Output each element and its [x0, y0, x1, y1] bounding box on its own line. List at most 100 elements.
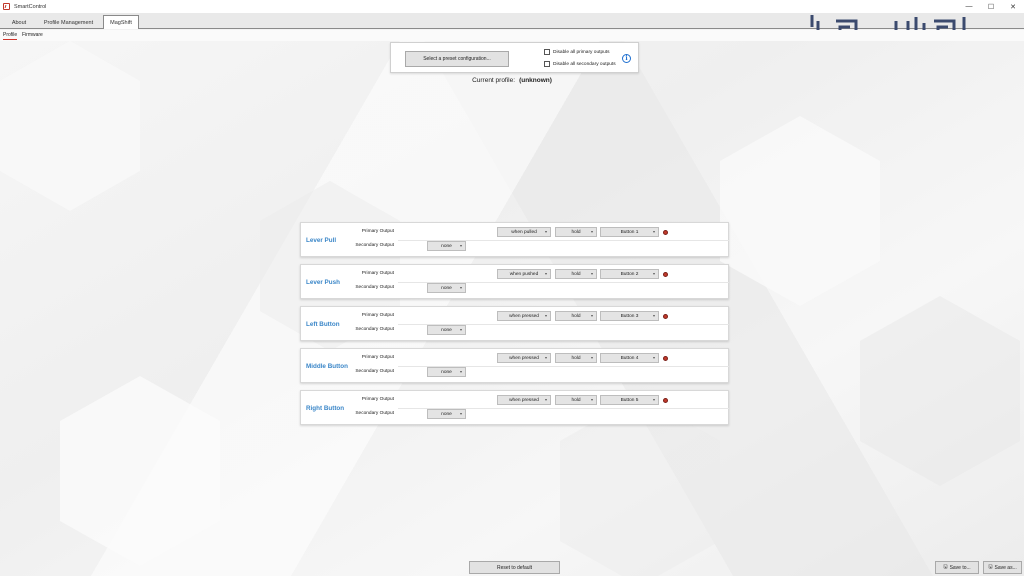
maximize-button[interactable]: ☐ — [980, 0, 1002, 13]
mode-dropdown[interactable]: hold ▾ — [555, 227, 597, 237]
chevron-down-icon: ▾ — [590, 313, 593, 318]
tab-magshift[interactable]: MagShift — [103, 15, 139, 29]
mapping-title: Left Button — [306, 321, 340, 328]
secondary-output-dropdown[interactable]: none ▾ — [427, 241, 466, 251]
main-tab-strip: About Profile Management MagShift — [0, 13, 1024, 39]
mapping-title: Right Button — [306, 405, 345, 412]
chevron-down-icon: ▾ — [652, 229, 655, 234]
chevron-down-icon: ▾ — [544, 271, 547, 276]
secondary-output-dropdown[interactable]: none ▾ — [427, 409, 466, 419]
condition-value: when pressed — [509, 355, 539, 361]
secondary-output-label: Secondary Output — [355, 243, 394, 248]
mode-value: hold — [571, 229, 581, 235]
disable-secondary-label: Disable all secondary outputs — [553, 61, 616, 67]
save-icon: 🖫 — [943, 563, 948, 570]
mode-dropdown[interactable]: hold ▾ — [555, 269, 597, 279]
mapping-panel: Right Button Primary Output Secondary Outp… — [300, 390, 729, 425]
disable-primary-label: Disable all primary outputs — [553, 49, 610, 55]
primary-output-label: Primary Output — [361, 229, 394, 234]
chevron-down-icon: ▾ — [544, 355, 547, 360]
condition-value: when pressed — [509, 313, 539, 319]
condition-dropdown[interactable]: when pulled ▾ — [497, 227, 551, 237]
disable-primary-checkbox[interactable] — [544, 49, 550, 55]
button-value: Button 2 — [620, 271, 639, 277]
chevron-down-icon: ▾ — [652, 271, 655, 276]
status-led-icon — [663, 314, 668, 319]
disable-secondary-checkbox[interactable] — [544, 61, 550, 67]
subtab-profile[interactable]: Profile — [3, 32, 18, 40]
secondary-output-label: Secondary Output — [355, 369, 394, 374]
secondary-output-dropdown[interactable]: none ▾ — [427, 283, 466, 293]
mode-dropdown[interactable]: hold ▾ — [555, 353, 597, 363]
button-dropdown[interactable]: Button 2 ▾ — [600, 269, 659, 279]
chevron-down-icon: ▾ — [459, 243, 462, 248]
chevron-down-icon: ▾ — [590, 355, 593, 360]
mode-dropdown[interactable]: hold ▾ — [555, 311, 597, 321]
condition-dropdown[interactable]: when pressed ▾ — [497, 353, 551, 363]
condition-value: when pushed — [509, 271, 539, 277]
sub-tab-strip: Profile Firmware — [0, 30, 1024, 41]
button-dropdown[interactable]: Button 5 ▾ — [600, 395, 659, 405]
disable-primary-row[interactable]: Disable all primary outputs — [544, 49, 610, 55]
current-profile-value: (unknown) — [519, 77, 552, 84]
chevron-down-icon: ▾ — [544, 229, 547, 234]
minimize-button[interactable]: — — [958, 0, 980, 13]
secondary-value: none — [441, 243, 452, 249]
info-icon[interactable]: i — [622, 54, 631, 63]
mapping-title: Lever Push — [306, 279, 340, 286]
chevron-down-icon: ▾ — [544, 397, 547, 402]
button-dropdown[interactable]: Button 1 ▾ — [600, 227, 659, 237]
button-value: Button 1 — [620, 229, 639, 235]
secondary-output-dropdown[interactable]: none ▾ — [427, 325, 466, 335]
secondary-output-label: Secondary Output — [355, 411, 394, 416]
save-to-label: Save to... — [949, 564, 971, 571]
secondary-output-label: Secondary Output — [355, 285, 394, 290]
button-value: Button 4 — [620, 355, 639, 361]
button-value: Button 5 — [620, 397, 639, 403]
chevron-down-icon: ▾ — [652, 397, 655, 402]
tab-profile-management[interactable]: Profile Management — [38, 16, 99, 29]
mode-dropdown[interactable]: hold ▾ — [555, 395, 597, 405]
save-as-button[interactable]: 🖫 Save as... — [983, 561, 1022, 574]
chevron-down-icon: ▾ — [459, 327, 462, 332]
disable-secondary-row[interactable]: Disable all secondary outputs — [544, 61, 616, 67]
chevron-down-icon: ▾ — [459, 285, 462, 290]
close-button[interactable]: ✕ — [1002, 0, 1024, 13]
chevron-down-icon: ▾ — [590, 397, 593, 402]
secondary-output-dropdown[interactable]: none ▾ — [427, 367, 466, 377]
mapping-panel: Lever Push Primary Output Secondary Output… — [300, 264, 729, 299]
button-dropdown[interactable]: Button 4 ▾ — [600, 353, 659, 363]
tab-about[interactable]: About — [3, 16, 35, 29]
secondary-value: none — [441, 411, 452, 417]
condition-dropdown[interactable]: when pressed ▾ — [497, 311, 551, 321]
subtab-firmware[interactable]: Firmware — [22, 32, 43, 38]
button-value: Button 3 — [620, 313, 639, 319]
mapping-panel: Left Button Primary Output Secondary Outpu… — [300, 306, 729, 341]
secondary-value: none — [441, 285, 452, 291]
save-to-button[interactable]: 🖫 Save to... — [935, 561, 979, 574]
primary-output-label: Primary Output — [361, 313, 394, 318]
condition-dropdown[interactable]: when pushed ▾ — [497, 269, 551, 279]
status-led-icon — [663, 356, 668, 361]
condition-value: when pressed — [509, 397, 539, 403]
chevron-down-icon: ▾ — [652, 355, 655, 360]
mapping-panel: Lever Pull Primary Output Secondary Output… — [300, 222, 729, 257]
secondary-value: none — [441, 369, 452, 375]
mapping-panel: Middle Button Primary Output Secondary Out… — [300, 348, 729, 383]
save-icon: 🖫 — [988, 563, 993, 570]
chevron-down-icon: ▾ — [459, 411, 462, 416]
button-dropdown[interactable]: Button 3 ▾ — [600, 311, 659, 321]
current-profile: Current profile: (unknown) — [0, 77, 1024, 84]
select-preset-button[interactable]: Select a preset configuration... — [405, 51, 509, 67]
primary-output-label: Primary Output — [361, 355, 394, 360]
status-led-icon — [663, 398, 668, 403]
secondary-output-label: Secondary Output — [355, 327, 394, 332]
save-as-label: Save as... — [994, 564, 1017, 571]
mode-value: hold — [571, 355, 581, 361]
primary-output-label: Primary Output — [361, 271, 394, 276]
app-logo-icon — [3, 3, 10, 10]
current-profile-label: Current profile: — [472, 77, 516, 84]
reset-to-default-button[interactable]: Reset to default — [469, 561, 560, 574]
condition-dropdown[interactable]: when pressed ▾ — [497, 395, 551, 405]
secondary-value: none — [441, 327, 452, 333]
